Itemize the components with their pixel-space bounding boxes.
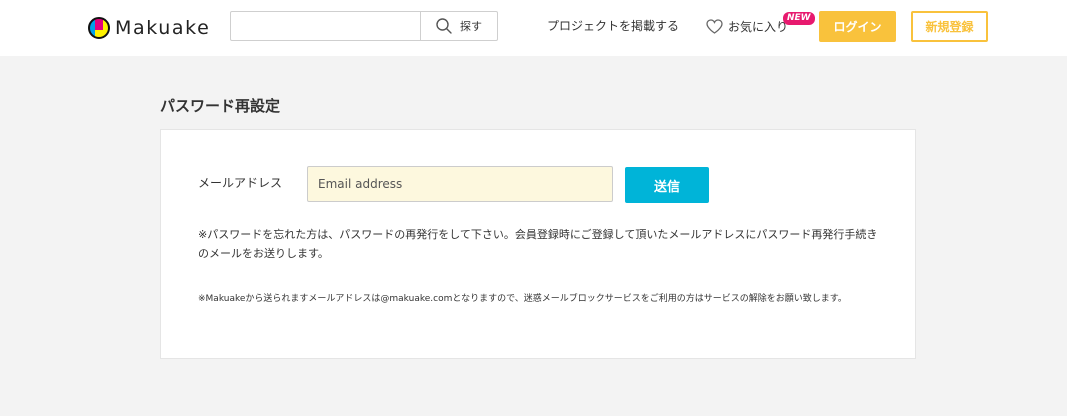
post-project-link[interactable]: プロジェクトを掲載する [547,18,679,34]
heart-icon [706,19,723,34]
email-label: メールアドレス [198,176,283,190]
favorites-label: お気に入り [728,20,789,34]
search-icon [436,18,452,34]
spam-filter-note: ※Makuakeから送られますメールアドレスは@makuake.comとなります… [198,294,847,304]
makuake-logo[interactable]: Makuake [88,14,210,42]
search-input[interactable] [231,12,420,40]
new-badge: NEW [783,12,815,25]
search-button-label: 探す [460,20,482,33]
makuake-logo-icon [88,17,110,39]
login-button[interactable]: ログイン [819,11,896,42]
email-input[interactable] [307,166,613,202]
send-button[interactable]: 送信 [625,167,709,203]
search-button[interactable]: 探す [420,12,497,40]
password-reset-card: メールアドレス 送信 ※パスワードを忘れた方は、パスワードの再発行をして下さい。… [160,129,916,359]
logo-text: Makuake [115,17,211,39]
register-button[interactable]: 新規登録 [911,11,988,42]
site-header: Makuake 探す プロジェクトを掲載する お気に入り NEW ログイン 新規… [0,0,1067,56]
favorites-link[interactable]: お気に入り [706,18,788,35]
search-box: 探す [230,11,498,41]
reset-instructions-note: ※パスワードを忘れた方は、パスワードの再発行をして下さい。会員登録時にご登録して… [198,228,878,260]
page-title: パスワード再設定 [160,97,281,115]
